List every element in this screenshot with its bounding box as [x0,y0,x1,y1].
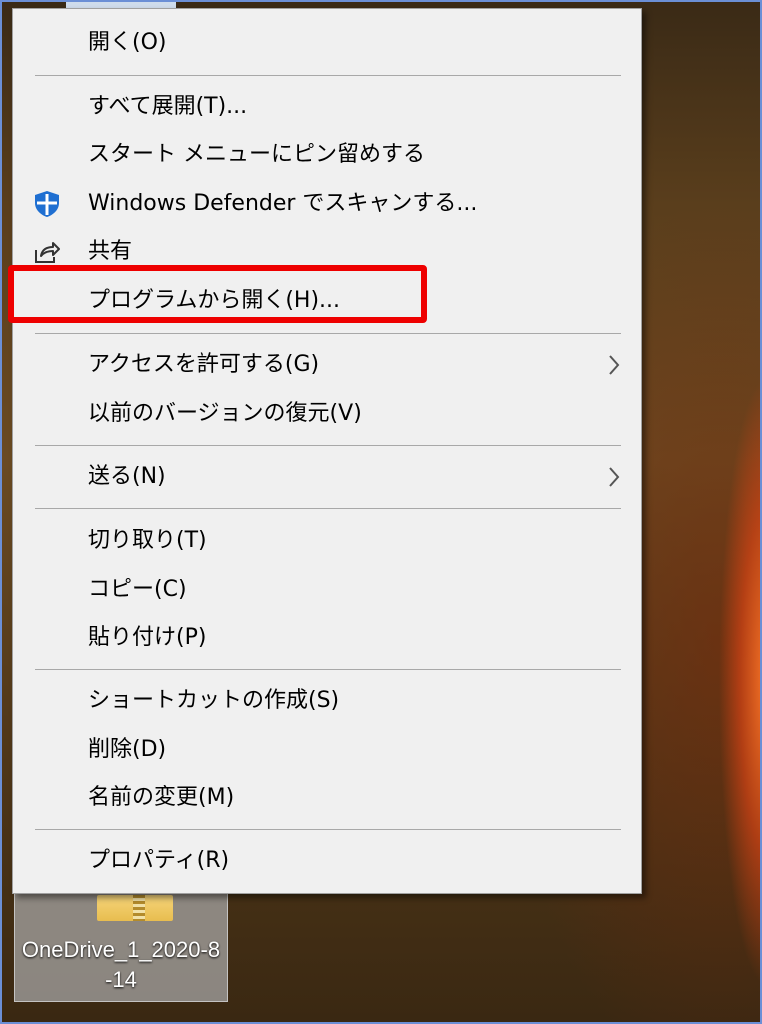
menu-separator [35,445,621,446]
menu-item-label: 貼り付け(P) [88,625,207,650]
menu-separator [35,333,621,334]
context-menu: 開く(O) すべて展開(T)... スタート メニューにピン留めする Windo… [12,8,642,894]
menu-item-extract-all[interactable]: すべて展開(T)... [13,83,641,131]
menu-item-delete[interactable]: 削除(D) [13,726,641,774]
menu-item-cut[interactable]: 切り取り(T) [13,517,641,565]
menu-item-create-shortcut[interactable]: ショートカットの作成(S) [13,677,641,725]
menu-item-label: 削除(D) [88,737,167,762]
menu-item-label: 以前のバージョンの復元(V) [88,401,362,426]
menu-item-properties[interactable]: プロパティ(R) [13,837,641,885]
share-icon [33,238,61,266]
menu-item-restore-previous-versions[interactable]: 以前のバージョンの復元(V) [13,390,641,438]
zipper-graphic [133,895,145,921]
menu-item-label: ショートカットの作成(S) [88,688,340,713]
menu-item-label: 名前の変更(M) [88,785,235,810]
menu-item-label: コピー(C) [88,577,187,602]
chevron-right-icon [607,353,621,377]
menu-item-defender-scan[interactable]: Windows Defender でスキャンする... [13,180,641,228]
menu-item-send-to[interactable]: 送る(N) [13,453,641,501]
menu-item-give-access[interactable]: アクセスを許可する(G) [13,341,641,389]
menu-item-rename[interactable]: 名前の変更(M) [13,774,641,822]
highlight-annotation-box [8,265,427,323]
menu-item-copy[interactable]: コピー(C) [13,566,641,614]
menu-item-label: プロパティ(R) [88,848,230,873]
menu-separator [35,669,621,670]
screenshot-frame: OneDrive_1_2020-8-14 開く(O) すべて展開(T)... ス… [0,0,762,1024]
menu-item-label: 送る(N) [88,464,166,489]
desktop-icon-label: OneDrive_1_2020-8-14 [21,937,221,992]
menu-item-label: 開く(O) [88,30,167,55]
menu-item-label: アクセスを許可する(G) [88,352,320,377]
menu-separator [35,829,621,830]
menu-item-open[interactable]: 開く(O) [13,19,641,67]
chevron-right-icon [607,465,621,489]
menu-item-pin-to-start[interactable]: スタート メニューにピン留めする [13,131,641,179]
defender-shield-icon [33,190,61,218]
menu-item-label: すべて展開(T)... [88,94,248,119]
menu-item-label: Windows Defender でスキャンする... [88,191,478,216]
menu-item-paste[interactable]: 貼り付け(P) [13,614,641,662]
menu-separator [35,75,621,76]
menu-separator [35,508,621,509]
menu-item-label: スタート メニューにピン留めする [88,142,425,167]
menu-item-label: 切り取り(T) [88,528,207,553]
